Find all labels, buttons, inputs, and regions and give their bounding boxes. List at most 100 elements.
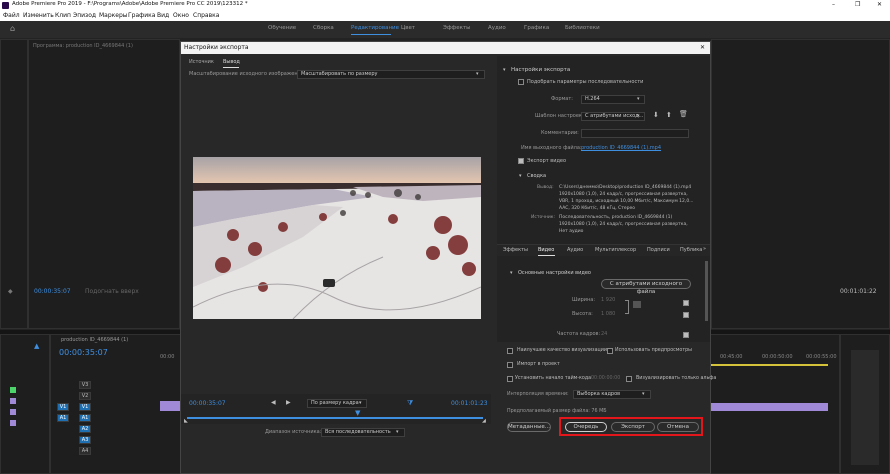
track-target-v3[interactable]: V3 [79, 381, 91, 389]
active-workspace-underline [351, 34, 391, 35]
menu-item-sequence[interactable]: Эпизод [73, 13, 96, 19]
cancel-button[interactable]: Отмена [657, 422, 699, 432]
subtab-captions[interactable]: Подписи [647, 248, 670, 253]
tab-source[interactable]: Источник [189, 60, 214, 65]
workspace-assembly[interactable]: Сборка [313, 25, 334, 32]
height-value[interactable]: 1 080 [601, 312, 615, 317]
delete-preset-icon[interactable]: 🗑 [679, 111, 688, 118]
menu-item-window[interactable]: Окно [173, 13, 189, 19]
maximize-icon[interactable]: ❐ [855, 2, 860, 8]
crop-icon[interactable]: ⧩ [407, 400, 413, 407]
subtab-publish[interactable]: Публика [680, 248, 702, 253]
step-back-icon[interactable]: ◀ [271, 400, 276, 406]
out-point-icon[interactable]: ◢ [482, 419, 486, 424]
collapse-icon[interactable]: ▾ [519, 174, 522, 179]
output-name-link[interactable]: production ID_4669844 (1).mp4 [581, 146, 661, 151]
workspace-color[interactable]: Цвет [401, 25, 415, 32]
width-match-checkbox[interactable] [683, 300, 689, 306]
use-previews-checkbox[interactable] [607, 348, 613, 354]
workspace-effects[interactable]: Эффекты [443, 25, 471, 32]
fit-dropdown-dialog[interactable]: По размеру кадра ▾ [307, 399, 367, 408]
scrub-track[interactable] [187, 417, 483, 419]
import-preset-icon[interactable]: ⬆ [666, 112, 672, 119]
dialog-close-icon[interactable]: ✕ [700, 45, 705, 51]
workspace-learning[interactable]: Обучение [268, 25, 296, 32]
fit-dropdown[interactable]: Подогнать вверх [85, 289, 139, 295]
match-sequence-checkbox[interactable] [518, 79, 524, 85]
subtab-multiplexer[interactable]: Мультиплексор [595, 248, 636, 253]
track-source-v1[interactable]: V1 [57, 403, 69, 411]
menu-item-help[interactable]: Справка [193, 13, 219, 19]
export-video-checkbox[interactable] [518, 158, 524, 164]
video-clip-left[interactable] [160, 401, 180, 411]
more-tabs-icon[interactable]: » [703, 247, 706, 252]
selection-tool-icon[interactable]: ▲ [34, 343, 39, 350]
out-timecode[interactable]: 00:01:01:23 [451, 401, 488, 407]
step-forward-icon[interactable]: ▶ [286, 400, 291, 406]
home-icon[interactable]: ⌂ [10, 25, 15, 33]
framerate-match-checkbox[interactable] [683, 332, 689, 338]
width-value[interactable]: 1 920 [601, 298, 615, 303]
timeline-timecode[interactable]: 00:00:35:07 [59, 349, 108, 357]
track-target-a2[interactable]: A2 [79, 425, 91, 433]
program-monitor-title[interactable]: Программа: production ID_4669844 (1) [33, 44, 133, 49]
menu-item-file[interactable]: Файл [3, 13, 20, 19]
interp-dropdown[interactable]: Выборка кадров ▾ [573, 390, 651, 399]
meter-bar [851, 350, 879, 465]
ruler-label: 00:45:00 [720, 354, 743, 360]
alpha-only-checkbox[interactable] [626, 376, 632, 382]
workspace-libraries[interactable]: Библиотеки [565, 25, 600, 32]
track-source-a1[interactable]: A1 [57, 414, 69, 422]
ruler-label: 00:00:50:00 [762, 354, 793, 360]
video-clip[interactable] [710, 403, 828, 411]
match-source-button[interactable]: С атрибутами исходного файла [601, 279, 691, 295]
menu-item-edit[interactable]: Изменить [23, 13, 54, 19]
close-icon[interactable]: ✕ [877, 2, 882, 8]
source-range-dropdown[interactable]: Вся последовательность ▾ [321, 428, 405, 437]
menu-item-view[interactable]: Вид [157, 13, 169, 19]
save-preset-icon[interactable]: ⬇ [653, 112, 659, 119]
track-target-a1[interactable]: A1 [79, 414, 91, 422]
scrollbar[interactable] [705, 261, 708, 321]
metadata-button[interactable]: Метаданные... [507, 422, 551, 432]
output-name-label: Имя выходного файла: [521, 145, 582, 151]
track-target-v2[interactable]: V2 [79, 392, 91, 400]
framerate-value[interactable]: 24 [601, 332, 607, 337]
playhead-left-icon: ◆ [8, 288, 13, 295]
collapse-icon[interactable]: ▾ [503, 68, 506, 73]
set-start-tc-checkbox[interactable] [507, 376, 513, 382]
menu-item-clip[interactable]: Клип [55, 13, 71, 19]
menu-item-graphics[interactable]: Графика [128, 13, 155, 19]
comments-input[interactable] [581, 129, 689, 138]
timeline-title[interactable]: production ID_4669844 (1) [61, 338, 128, 343]
chevron-down-icon: ▾ [359, 400, 362, 406]
preset-dropdown[interactable]: С атрибутами исход... ▾ [581, 112, 645, 121]
import-project-checkbox[interactable] [507, 362, 513, 368]
format-dropdown[interactable]: H.264 ▾ [581, 95, 645, 104]
in-point-icon[interactable]: ◣ [184, 419, 188, 424]
subtab-audio[interactable]: Аудио [567, 248, 583, 253]
queue-button[interactable]: Очередь [565, 422, 607, 432]
subtab-effects[interactable]: Эффекты [503, 248, 528, 253]
track-target-v1[interactable]: V1 [79, 403, 91, 411]
link-dimensions-icon[interactable] [633, 301, 641, 308]
workspace-editing[interactable]: Редактирование [351, 25, 399, 32]
subtab-video[interactable]: Видео [538, 248, 554, 253]
workspace-audio[interactable]: Аудио [488, 25, 506, 32]
minimize-icon[interactable]: – [832, 2, 835, 8]
start-tc-value[interactable]: 00:00:00:00 [591, 376, 620, 382]
menu-item-markers[interactable]: Маркеры [99, 13, 128, 19]
scale-dropdown[interactable]: Масштабировать по размеру ▾ [297, 70, 485, 79]
workspace-graphics[interactable]: Графика [524, 25, 549, 32]
height-match-checkbox[interactable] [683, 312, 689, 318]
max-render-checkbox[interactable] [507, 348, 513, 354]
track-target-a3[interactable]: A3 [79, 436, 91, 444]
scale-label: Масштабирование исходного изображения: [189, 71, 306, 77]
in-timecode[interactable]: 00:00:35:07 [189, 401, 226, 407]
export-button[interactable]: Экспорт [611, 422, 655, 432]
track-target-a4[interactable]: A4 [79, 447, 91, 455]
tab-output[interactable]: Вывод [223, 60, 240, 65]
playhead-icon[interactable]: ▼ [355, 410, 360, 417]
collapse-icon[interactable]: ▾ [510, 271, 513, 276]
file-size-text: Предполагаемый размер файла: 76 МБ [507, 409, 607, 414]
